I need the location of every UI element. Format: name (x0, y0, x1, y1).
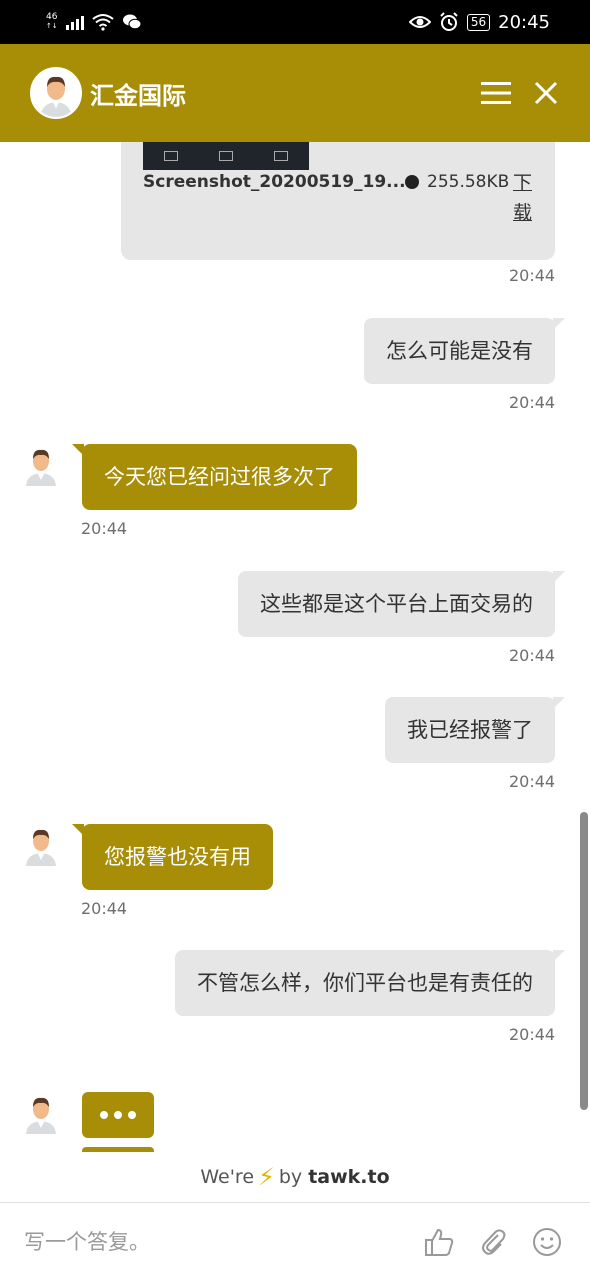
agent-avatar-icon (26, 1097, 56, 1134)
outgoing-message: 我已经报警了 (385, 697, 565, 763)
brand-link[interactable]: tawk.to (308, 1166, 389, 1188)
bolt-icon: ⚡ (258, 1163, 275, 1191)
message-time: 20:44 (509, 646, 556, 665)
signal-icon (65, 14, 84, 30)
message-time: 20:44 (509, 393, 556, 412)
wifi-icon (92, 14, 114, 31)
powered-prefix: We're (200, 1166, 255, 1188)
incoming-message: 今天您已经问过很多次了 (72, 444, 357, 510)
battery-icon: 56 (466, 13, 491, 31)
hamburger-icon (481, 82, 511, 104)
status-left: 46 ↑↓ (46, 13, 142, 31)
file-status-dot (405, 175, 419, 189)
scrollbar[interactable] (580, 812, 588, 1110)
outgoing-message: 这些都是这个平台上面交易的 (238, 571, 565, 637)
file-thumbnail[interactable] (143, 142, 309, 170)
message-input[interactable] (24, 1229, 408, 1254)
thumbs-up-icon (425, 1228, 454, 1256)
eye-icon (408, 16, 431, 28)
status-bar: 46 ↑↓ 56 20:45 (0, 0, 590, 44)
agent-avatar-icon (26, 449, 56, 486)
chat-header: 汇金国际 (0, 44, 590, 142)
smiley-icon (533, 1227, 561, 1256)
emoji-button[interactable] (524, 1219, 570, 1265)
download-link[interactable]: 下载 (513, 168, 537, 228)
alarm-icon (440, 12, 458, 31)
close-button[interactable] (526, 73, 566, 113)
powered-by[interactable]: We're ⚡ by tawk.to (0, 1152, 590, 1202)
message-time: 20:44 (509, 772, 556, 791)
message-composer (0, 1202, 590, 1280)
message-time: 20:44 (509, 266, 556, 285)
file-attachment[interactable]: Screenshot_20200519_19... 255.58KB 下载 (121, 142, 555, 260)
outgoing-message: 不管怎么样，你们平台也是有责任的 (175, 950, 565, 1016)
menu-button[interactable] (476, 73, 516, 113)
paperclip-icon (482, 1228, 506, 1255)
page-title: 汇金国际 (90, 81, 186, 110)
message-time: 20:44 (81, 899, 128, 918)
chat-messages[interactable]: Screenshot_20200519_19... 255.58KB 下载 20… (0, 142, 590, 1152)
outgoing-message: 怎么可能是没有 (364, 318, 565, 384)
rating-button[interactable] (416, 1219, 462, 1265)
incoming-message: 您报警也没有用 (72, 824, 273, 890)
powered-by-label: by (278, 1166, 303, 1188)
file-name: Screenshot_20200519_19... (143, 172, 406, 192)
clock: 20:45 (498, 11, 550, 33)
status-right: 56 20:45 (408, 11, 550, 33)
close-icon (534, 81, 558, 105)
file-size: 255.58KB (427, 172, 510, 192)
attach-button[interactable] (470, 1219, 516, 1265)
message-time: 20:44 (509, 1025, 556, 1044)
agent-avatar (30, 67, 82, 119)
typing-indicator (82, 1092, 154, 1138)
person-avatar-icon (32, 69, 80, 117)
network-type: 46 ↑↓ (46, 12, 58, 31)
agent-avatar-icon (26, 829, 56, 866)
message-time: 20:44 (81, 519, 128, 538)
wechat-icon (122, 14, 142, 30)
